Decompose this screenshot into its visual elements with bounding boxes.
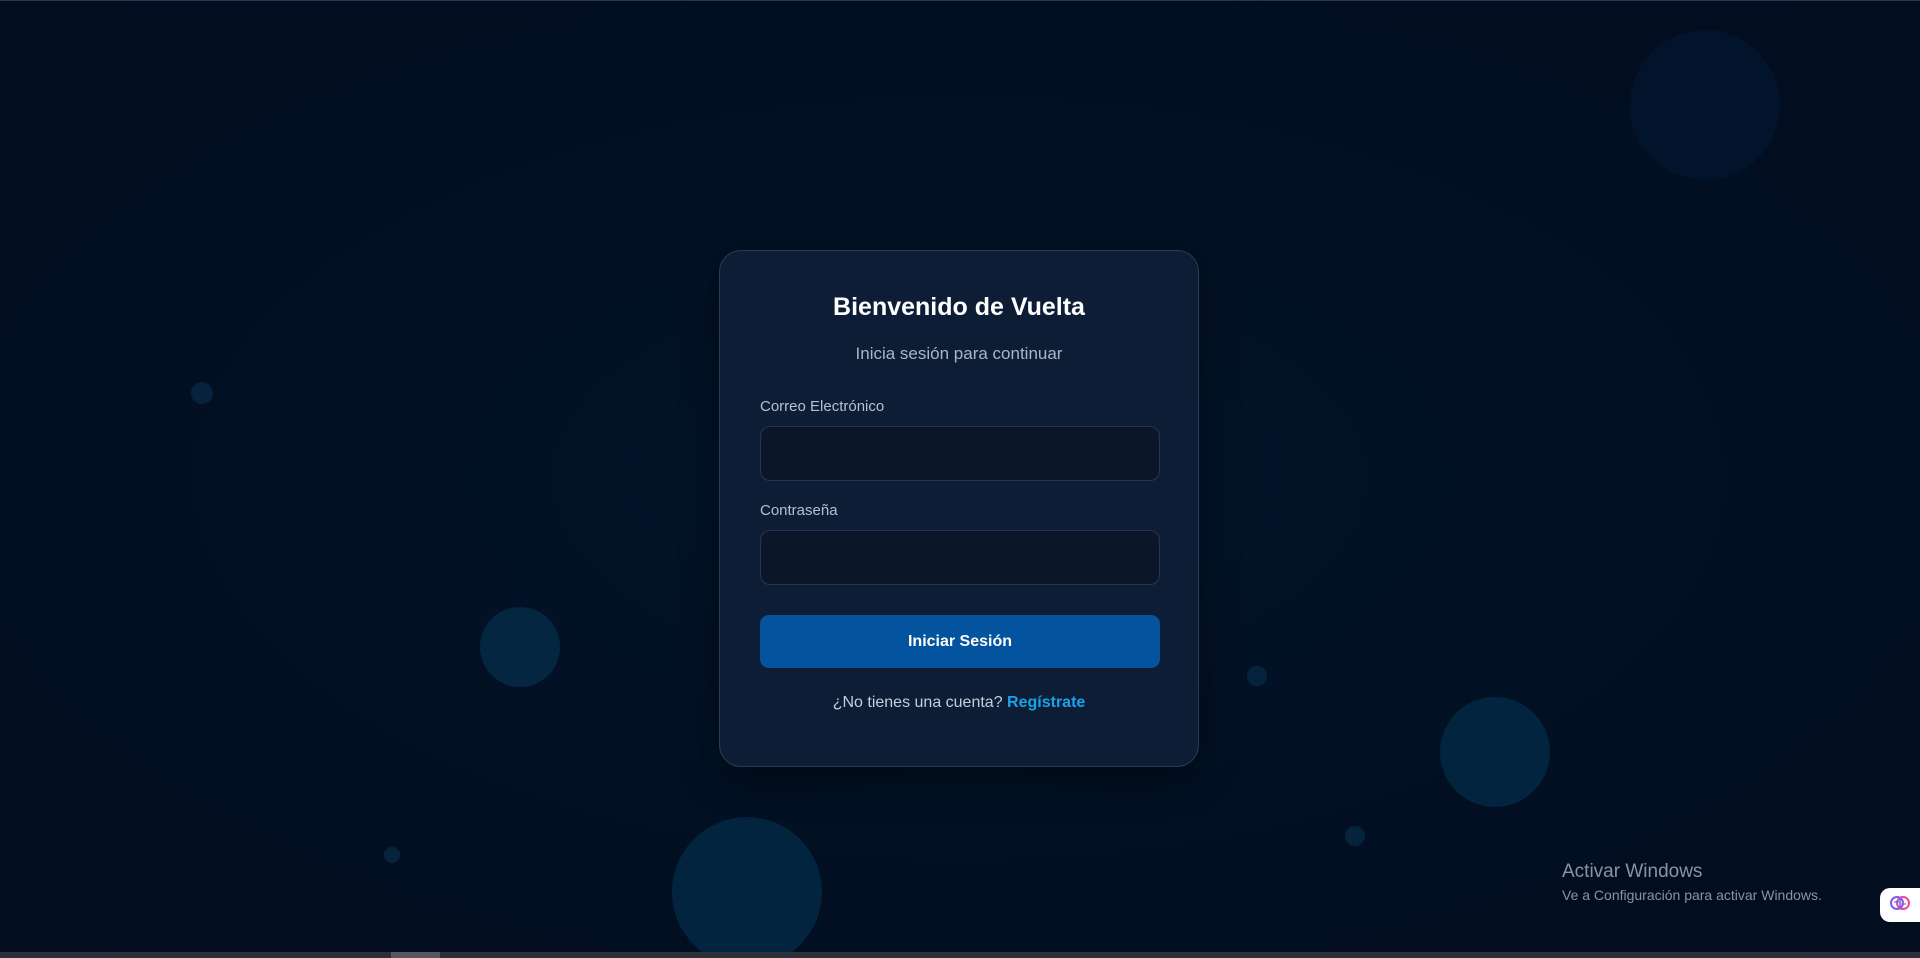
email-field[interactable]: [760, 426, 1160, 481]
page-background: Bienvenido de Vuelta Inicia sesión para …: [0, 0, 1920, 958]
login-card: Bienvenido de Vuelta Inicia sesión para …: [719, 250, 1199, 767]
password-field[interactable]: [760, 530, 1160, 585]
horizontal-scrollbar[interactable]: [0, 952, 1920, 958]
decorative-bubble: [1440, 697, 1550, 807]
decorative-bubble: [1345, 826, 1365, 846]
login-button[interactable]: Iniciar Sesión: [760, 615, 1160, 668]
register-prompt-text: ¿No tienes una cuenta?: [832, 694, 1003, 711]
decorative-bubble: [1247, 666, 1267, 686]
password-label: Contraseña: [760, 502, 838, 519]
brain-icon: [1890, 893, 1910, 918]
decorative-bubble: [191, 382, 213, 404]
top-border: [0, 0, 1920, 1]
decorative-bubble: [672, 817, 822, 958]
scrollbar-thumb[interactable]: [391, 952, 440, 958]
side-widget-button[interactable]: [1880, 888, 1920, 922]
watermark-subtitle: Ve a Configuración para activar Windows.: [1562, 887, 1822, 903]
login-title: Bienvenido de Vuelta: [833, 293, 1085, 321]
watermark-title: Activar Windows: [1562, 861, 1703, 882]
decorative-bubble: [1630, 30, 1780, 180]
register-prompt: ¿No tienes una cuenta? Regístrate: [720, 694, 1198, 712]
email-label: Correo Electrónico: [760, 398, 885, 415]
decorative-bubble: [480, 607, 560, 687]
windows-activation-watermark: Activar Windows Ve a Configuración para …: [1562, 861, 1822, 903]
decorative-bubble: [384, 847, 400, 863]
register-link[interactable]: Regístrate: [1007, 694, 1085, 711]
login-subtitle: Inicia sesión para continuar: [855, 344, 1063, 363]
